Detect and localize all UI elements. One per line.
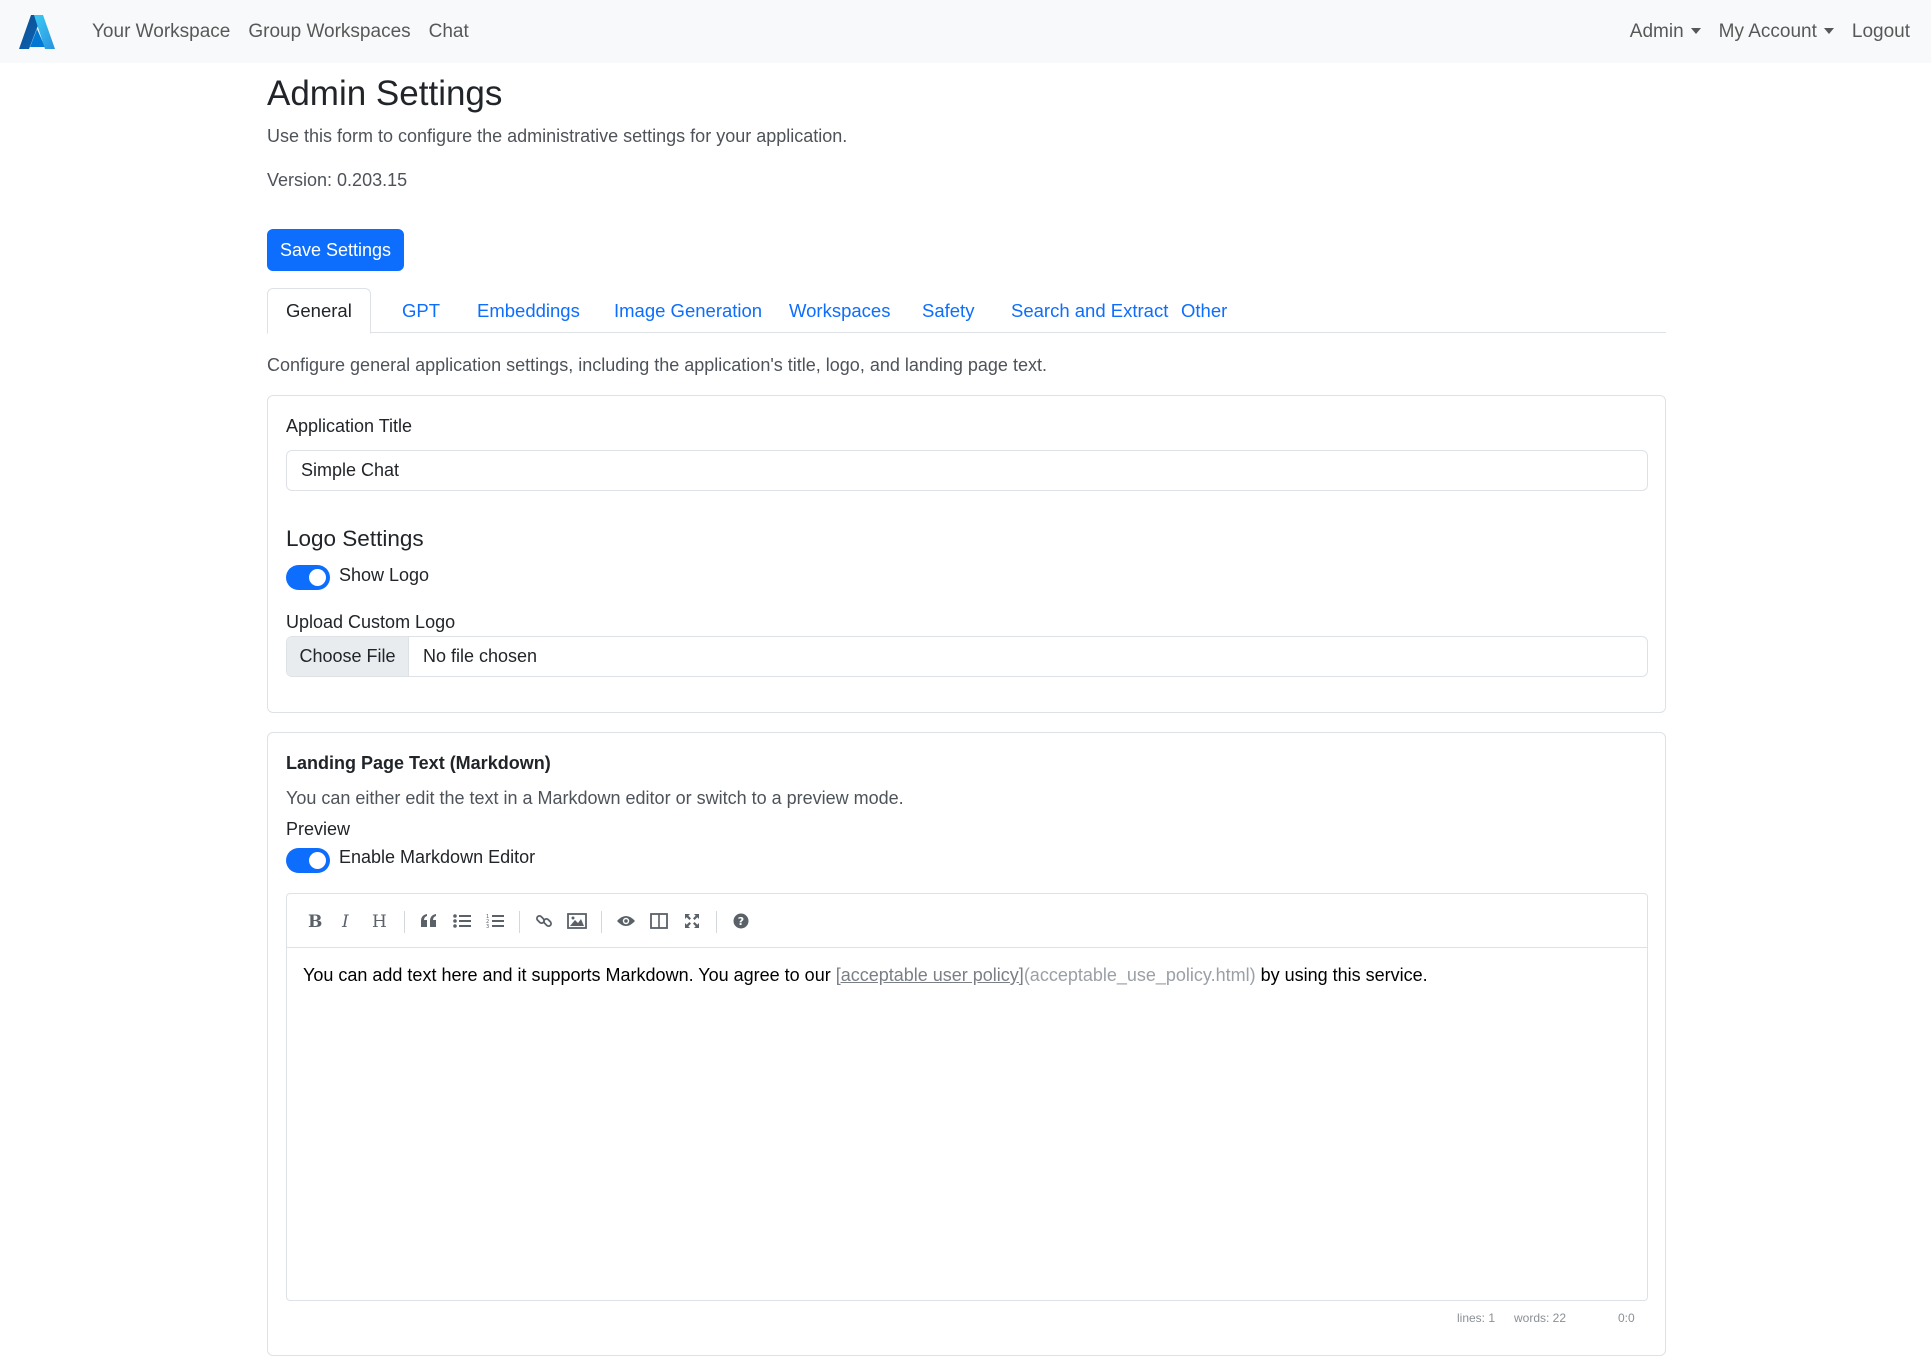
link-icon[interactable]	[532, 909, 556, 933]
landing-page-card: Landing Page Text (Markdown) You can eit…	[267, 732, 1666, 1356]
svg-text:H: H	[372, 912, 387, 930]
general-settings-card: Application Title Simple Chat Logo Setti…	[267, 395, 1666, 713]
logo-file-input[interactable]: Choose File No file chosen	[286, 636, 1648, 677]
status-words: words: 22	[1514, 1311, 1567, 1325]
caret-down-icon	[1823, 27, 1834, 34]
svg-text:?: ?	[738, 915, 744, 928]
side-by-side-icon[interactable]	[647, 909, 671, 933]
landing-page-description: You can either edit the text in a Markdo…	[286, 788, 904, 808]
app-title-label: Application Title	[286, 416, 413, 436]
toolbar-separator	[716, 911, 717, 933]
show-logo-toggle[interactable]	[286, 565, 330, 590]
tab-embeddings[interactable]: Embeddings	[459, 288, 598, 334]
editor-text-before: You can add text here and it supports Ma…	[303, 965, 836, 985]
svg-text:B: B	[308, 912, 322, 930]
app-title-input[interactable]: Simple Chat	[286, 450, 1648, 491]
nav-my-account-dropdown[interactable]: My Account	[1710, 21, 1843, 43]
heading-icon[interactable]: H	[368, 909, 392, 933]
tab-gpt[interactable]: GPT	[384, 288, 458, 334]
editor-link-text: [acceptable user policy]	[835, 965, 1024, 985]
landing-page-heading: Landing Page Text (Markdown)	[286, 753, 551, 773]
tab-other[interactable]: Other	[1163, 288, 1245, 334]
preview-label: Preview	[286, 819, 351, 839]
settings-tabs: General GPT Embeddings Image Generation …	[267, 288, 1666, 334]
fullscreen-icon[interactable]	[680, 909, 704, 933]
version-text: Version: 0.203.15	[267, 170, 408, 190]
tab-image-generation[interactable]: Image Generation	[596, 288, 780, 334]
nav-chat[interactable]: Chat	[420, 21, 478, 43]
unordered-list-icon[interactable]	[450, 909, 474, 933]
nav-admin-label: Admin	[1629, 20, 1684, 42]
logo-settings-heading: Logo Settings	[286, 526, 424, 551]
caret-down-icon	[1690, 27, 1701, 34]
toolbar-separator	[519, 911, 520, 933]
nav-my-account-label: My Account	[1718, 20, 1817, 42]
tab-general[interactable]: General	[267, 288, 371, 334]
toolbar-separator	[601, 911, 602, 933]
svg-text:3: 3	[486, 924, 489, 929]
choose-file-button[interactable]: Choose File	[287, 637, 409, 676]
top-navbar: Your Workspace Group Workspaces Chat Adm…	[0, 0, 1931, 63]
markdown-editor: B I H 123 ? You can add text here and it…	[286, 893, 1648, 1301]
preview-eye-icon[interactable]	[614, 909, 638, 933]
upload-logo-label: Upload Custom Logo	[286, 612, 456, 632]
status-cursor: 0:0	[1618, 1311, 1635, 1325]
editor-toolbar: B I H 123 ?	[287, 894, 1647, 948]
tab-search-and-extract[interactable]: Search and Extract	[993, 288, 1186, 334]
markdown-editor-toggle[interactable]	[286, 848, 330, 873]
save-settings-button[interactable]: Save Settings	[267, 229, 404, 271]
page-title: Admin Settings	[267, 74, 503, 113]
general-tab-description: Configure general application settings, …	[267, 355, 1047, 375]
italic-icon[interactable]: I	[335, 909, 359, 933]
quote-icon[interactable]	[417, 909, 441, 933]
file-name-text: No file chosen	[423, 646, 538, 666]
nav-admin-dropdown[interactable]: Admin	[1621, 21, 1710, 43]
nav-logout[interactable]: Logout	[1843, 21, 1919, 43]
image-icon[interactable]	[565, 909, 589, 933]
show-logo-label: Show Logo	[339, 565, 430, 585]
tab-workspaces[interactable]: Workspaces	[771, 288, 908, 334]
editor-content[interactable]: You can add text here and it supports Ma…	[303, 965, 1428, 986]
azure-logo-icon[interactable]	[18, 14, 56, 50]
bold-icon[interactable]: B	[302, 909, 326, 933]
enable-editor-label: Enable Markdown Editor	[339, 847, 536, 867]
help-icon[interactable]: ?	[729, 909, 753, 933]
svg-text:I: I	[341, 912, 349, 930]
editor-text-after: by using this service.	[1255, 965, 1428, 985]
tab-safety[interactable]: Safety	[904, 288, 992, 334]
status-lines: lines: 1	[1457, 1311, 1496, 1325]
ordered-list-icon[interactable]: 123	[483, 909, 507, 933]
nav-your-workspace[interactable]: Your Workspace	[92, 21, 239, 43]
page-description: Use this form to configure the administr…	[267, 126, 848, 146]
editor-link-url: (acceptable_use_policy.html)	[1023, 965, 1256, 985]
nav-group-workspaces[interactable]: Group Workspaces	[239, 21, 419, 43]
toolbar-separator	[404, 911, 405, 933]
